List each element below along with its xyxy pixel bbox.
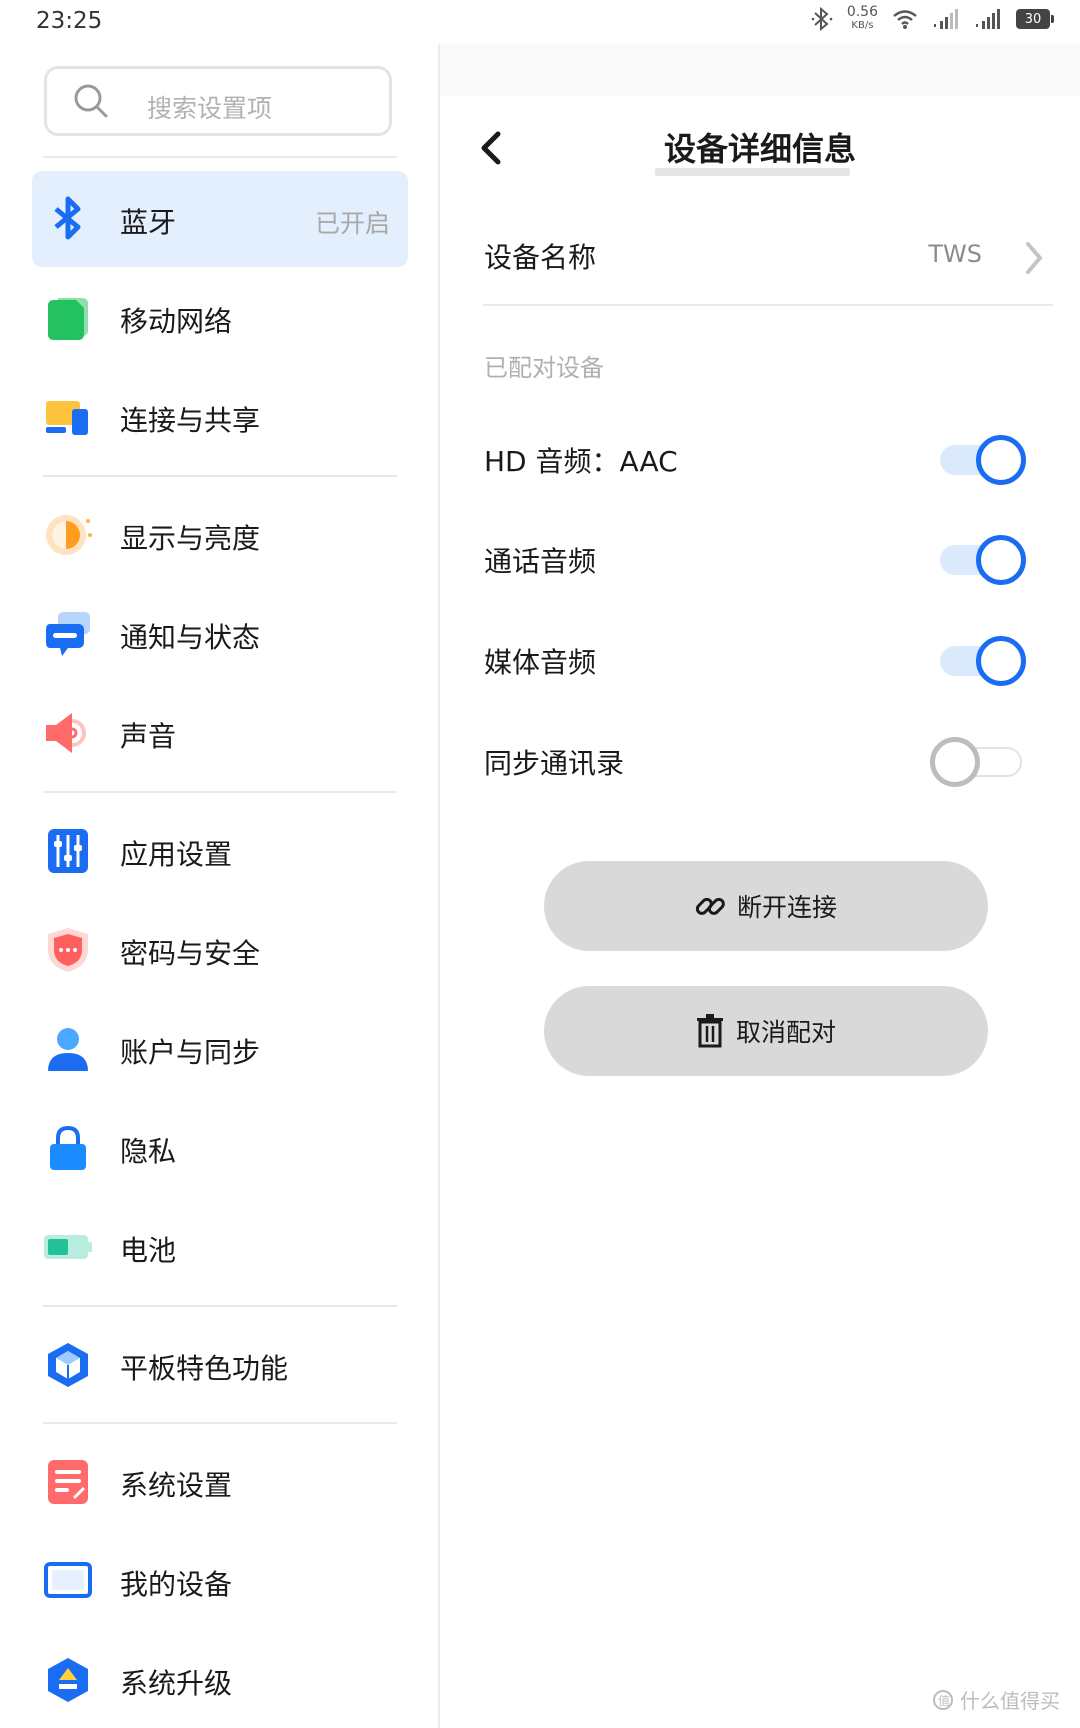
system-settings-icon xyxy=(48,1460,88,1504)
sync-contacts-label: 同步通讯录 xyxy=(484,747,625,780)
sidebar-item-my-device[interactable]: 我的设备 xyxy=(32,1533,408,1629)
account-icon xyxy=(48,1028,88,1071)
privacy-lock-icon xyxy=(50,1125,86,1170)
sidebar-item-notifications[interactable]: 通知与状态 xyxy=(32,586,408,682)
divider xyxy=(43,1422,397,1424)
hd-audio-label: HD 音频：AAC xyxy=(484,445,678,478)
sync-contacts-row: 同步通讯录 xyxy=(484,736,1054,787)
sidebar-item-password-security[interactable]: 密码与安全 xyxy=(32,902,408,998)
battery-indicator: 30 xyxy=(1016,9,1054,29)
device-name-value: TWS xyxy=(928,240,982,268)
status-icons: 0.56 KB/s 30 xyxy=(811,4,1054,32)
disconnect-button[interactable]: 断开连接 xyxy=(544,861,988,951)
search-input[interactable]: 搜索设置项 xyxy=(44,66,392,136)
status-time: 23:25 xyxy=(36,8,103,34)
trash-icon xyxy=(696,1014,723,1048)
link-icon xyxy=(695,897,725,915)
battery-icon xyxy=(44,1235,92,1259)
divider xyxy=(43,156,397,158)
search-icon xyxy=(74,84,108,118)
sidebar-item-battery[interactable]: 电池 xyxy=(32,1199,408,1295)
sidebar-item-system-update[interactable]: 系统升级 xyxy=(32,1632,408,1728)
search-placeholder: 搜索设置项 xyxy=(147,94,273,123)
sidebar-item-tablet-features[interactable]: 平板特色功能 xyxy=(32,1317,408,1413)
sidebar-item-app-settings[interactable]: 应用设置 xyxy=(32,803,408,899)
sidebar-item-bluetooth[interactable]: 蓝牙 已开启 xyxy=(32,171,408,267)
sidebar-item-mobile-network[interactable]: 移动网络 xyxy=(32,270,408,366)
divider xyxy=(43,475,397,477)
app-settings-icon xyxy=(48,829,88,873)
divider xyxy=(43,791,397,793)
device-detail-panel: 设备详细信息 设备名称 TWS 已配对设备 HD 音频：AAC 通话音频 媒体音… xyxy=(440,44,1080,1728)
bluetooth-icon xyxy=(811,6,833,32)
connection-sharing-icon xyxy=(46,401,88,435)
media-audio-label: 媒体音频 xyxy=(484,646,597,679)
sidebar-item-display-brightness[interactable]: 显示与亮度 xyxy=(32,487,408,583)
chevron-right-icon xyxy=(1026,242,1043,274)
sync-contacts-toggle[interactable] xyxy=(930,736,1026,787)
sound-icon xyxy=(46,713,86,753)
media-audio-row: 媒体音频 xyxy=(484,635,1054,686)
media-audio-toggle[interactable] xyxy=(934,635,1026,686)
status-badge: 已开启 xyxy=(314,209,390,238)
my-device-icon xyxy=(44,1562,92,1598)
call-audio-row: 通话音频 xyxy=(484,534,1054,585)
header-bar xyxy=(440,44,1080,96)
password-security-icon xyxy=(48,928,88,972)
watermark-logo-icon: 值 xyxy=(933,1689,953,1710)
signal-icon xyxy=(976,9,1000,29)
settings-sidebar: 搜索设置项 蓝牙 已开启 移动网络 连接与共享 显示与亮度 通知与状态 声音 应… xyxy=(0,44,440,1728)
network-speed: 0.56 KB/s xyxy=(846,4,878,31)
hd-audio-toggle[interactable] xyxy=(934,434,1026,485)
disconnect-label: 断开连接 xyxy=(736,893,837,922)
wifi-icon xyxy=(893,10,917,29)
device-name-row[interactable]: 设备名称 TWS xyxy=(484,224,1054,284)
system-update-icon xyxy=(48,1658,88,1702)
sidebar-item-account-sync[interactable]: 账户与同步 xyxy=(32,1001,408,1097)
call-audio-label: 通话音频 xyxy=(484,545,597,578)
divider xyxy=(43,1305,397,1307)
hd-audio-row: HD 音频：AAC xyxy=(484,434,1054,485)
unpair-button[interactable]: 取消配对 xyxy=(544,986,988,1076)
call-audio-toggle[interactable] xyxy=(934,534,1026,585)
page-title: 设备详细信息 xyxy=(663,130,856,168)
sidebar-item-system-settings[interactable]: 系统设置 xyxy=(32,1434,408,1530)
tablet-features-icon xyxy=(48,1343,88,1387)
device-name-label: 设备名称 xyxy=(484,241,597,274)
mobile-network-icon xyxy=(48,298,88,340)
bluetooth-icon xyxy=(54,196,81,240)
unpair-label: 取消配对 xyxy=(735,1018,836,1047)
status-bar: 23:25 0.56 KB/s 30 xyxy=(0,0,1080,44)
sidebar-item-connection-sharing[interactable]: 连接与共享 xyxy=(32,369,408,465)
display-brightness-icon xyxy=(46,515,92,555)
watermark: 值 什么值得买 xyxy=(932,1685,1060,1714)
svg-text:值: 值 xyxy=(938,1693,950,1708)
sidebar-item-privacy[interactable]: 隐私 xyxy=(32,1100,408,1196)
divider xyxy=(483,304,1053,306)
notification-icon xyxy=(46,612,90,656)
signal-icon xyxy=(934,9,958,29)
paired-section-header: 已配对设备 xyxy=(484,354,604,382)
sidebar-item-sound[interactable]: 声音 xyxy=(32,685,408,781)
